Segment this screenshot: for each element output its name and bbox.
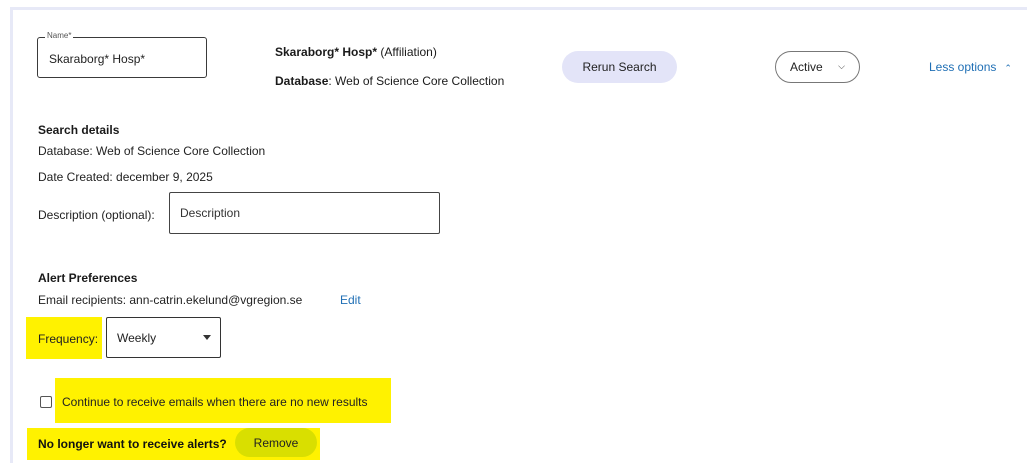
- details-date-created: Date Created: december 9, 2025: [38, 170, 213, 184]
- continue-emails-checkbox[interactable]: [40, 396, 52, 408]
- frequency-value: Weekly: [117, 330, 157, 345]
- less-options-toggle[interactable]: Less options ⌃: [929, 60, 1012, 74]
- email-recipients: Email recipients: ann-catrin.ekelund@vgr…: [38, 293, 303, 307]
- less-options-label: Less options: [929, 60, 997, 74]
- frequency-dropdown[interactable]: Weekly: [106, 317, 221, 358]
- continue-emails-label: Continue to receive emails when there ar…: [62, 395, 368, 409]
- remove-alerts-prompt: No longer want to receive alerts?: [38, 437, 227, 451]
- rerun-search-button[interactable]: Rerun Search: [562, 51, 677, 83]
- caret-down-icon: [203, 335, 211, 340]
- search-query-summary: Skaraborg* Hosp* (Affiliation): [275, 45, 437, 59]
- name-field-value[interactable]: Skaraborg* Hosp*: [49, 52, 145, 66]
- status-value: Active: [790, 60, 823, 74]
- details-database: Database: Web of Science Core Collection: [38, 144, 266, 158]
- frequency-label: Frequency:: [38, 332, 99, 346]
- database-label: Database: [275, 74, 329, 88]
- search-query-text: Skaraborg* Hosp*: [275, 45, 378, 59]
- alert-preferences-heading: Alert Preferences: [38, 271, 138, 285]
- chevron-down-icon: ⌵: [838, 61, 845, 71]
- description-label: Description (optional):: [38, 208, 155, 222]
- remove-alert-button[interactable]: Remove: [235, 428, 317, 457]
- name-field-legend: Name*: [45, 31, 74, 40]
- edit-recipients-link[interactable]: Edit: [340, 293, 361, 307]
- description-input[interactable]: [169, 192, 440, 234]
- database-value: : Web of Science Core Collection: [328, 74, 505, 88]
- search-query-field: (Affiliation): [377, 45, 437, 59]
- search-database-summary: Database: Web of Science Core Collection: [275, 74, 504, 88]
- search-details-heading: Search details: [38, 123, 120, 137]
- chevron-up-icon: ⌃: [1004, 63, 1012, 73]
- status-dropdown[interactable]: Active ⌵: [775, 51, 860, 83]
